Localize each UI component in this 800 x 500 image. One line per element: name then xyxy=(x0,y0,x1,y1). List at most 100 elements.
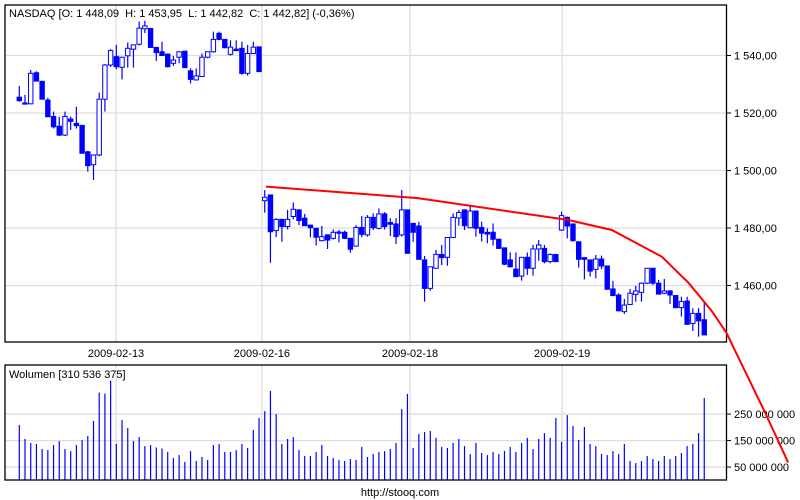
candle-body-up xyxy=(125,47,131,57)
candle-body-down xyxy=(478,226,485,234)
candle xyxy=(204,51,211,59)
candle-body-up xyxy=(119,56,125,68)
candle xyxy=(673,294,679,309)
candle xyxy=(39,80,45,100)
candle-body-down xyxy=(39,80,45,100)
candle-body-down xyxy=(598,258,605,267)
candle-body-up xyxy=(536,244,542,250)
candle xyxy=(33,71,40,82)
candle xyxy=(604,265,610,290)
candle-body-up xyxy=(427,266,433,289)
volume-title: Wolumen [310 536 375] xyxy=(9,369,126,381)
candle-body-up xyxy=(130,44,137,50)
candle-body-up xyxy=(273,218,279,232)
candle-body-down xyxy=(313,227,319,238)
candle-body-up xyxy=(199,56,205,77)
candle-body-down xyxy=(147,27,154,48)
candle xyxy=(553,253,559,263)
candle-body-up xyxy=(467,210,473,229)
candle xyxy=(644,267,650,285)
candle-body-down xyxy=(553,253,559,263)
candle xyxy=(364,215,371,237)
candle-body-up xyxy=(210,38,217,53)
candle xyxy=(96,92,102,157)
candle-body-up xyxy=(62,115,68,136)
candle-body-down xyxy=(684,300,690,325)
candle-body-up xyxy=(530,248,536,269)
candle-body-down xyxy=(587,259,593,272)
candle xyxy=(353,225,359,247)
candle-body-down xyxy=(302,217,308,227)
candle-body-up xyxy=(136,27,142,45)
candle-body-down xyxy=(581,257,588,260)
candle xyxy=(147,27,154,48)
candle-body-up xyxy=(444,236,451,258)
candle-body-up xyxy=(96,98,102,156)
candle-body-down xyxy=(153,46,159,54)
candle-body-down xyxy=(56,125,62,136)
candle xyxy=(341,230,348,239)
candle-body-up xyxy=(90,154,97,166)
candle-body-down xyxy=(307,224,314,229)
candle-body-down xyxy=(187,70,194,80)
candle-body-down xyxy=(341,231,348,239)
candle-body-up xyxy=(244,52,251,74)
candle-body-down xyxy=(490,231,496,240)
price-tick-label: 1 480,00 xyxy=(734,223,777,235)
candle xyxy=(650,267,656,285)
volume-tick-label: 50 000 000 xyxy=(734,462,789,474)
candle-body-down xyxy=(22,102,28,105)
candle-body-down xyxy=(159,51,165,57)
candle-body-down xyxy=(233,48,239,52)
candle-body-down xyxy=(67,118,74,122)
candle-body-down xyxy=(604,265,610,290)
candle-body-up xyxy=(518,256,525,277)
candle-body-down xyxy=(336,231,342,234)
candle-body-down xyxy=(501,247,508,265)
candle-body-down xyxy=(381,213,388,228)
candle xyxy=(28,69,34,105)
footer-link[interactable]: http://stooq.com xyxy=(361,487,439,499)
candle-body-up xyxy=(250,46,257,54)
candle-body-down xyxy=(359,226,365,235)
candle-body-up xyxy=(633,290,639,295)
candle-body-up xyxy=(142,25,148,30)
candle-body-down xyxy=(393,223,399,238)
candle xyxy=(107,49,114,67)
candle-body-down xyxy=(438,253,445,259)
candle-body-up xyxy=(290,208,296,217)
candle-body-up xyxy=(678,301,685,309)
candle-body-up xyxy=(690,312,696,324)
candle xyxy=(216,31,222,41)
candle xyxy=(404,209,411,254)
candle-body-up xyxy=(170,59,177,64)
candle-body-down xyxy=(347,237,354,250)
candle xyxy=(45,97,51,118)
candle-body-up xyxy=(627,292,633,305)
date-tick-label: 2009-02-13 xyxy=(88,348,144,360)
candle-body-up xyxy=(593,258,599,270)
candle-body-down xyxy=(673,295,679,309)
candle-body-down xyxy=(615,294,622,312)
candle xyxy=(684,296,690,325)
candle-body-up xyxy=(193,75,199,81)
candle xyxy=(501,247,508,266)
candle-body-down xyxy=(410,222,416,233)
candle-body-down xyxy=(575,241,582,260)
candle-body-up xyxy=(227,46,234,55)
candle-body-up xyxy=(176,51,182,58)
candle-body-down xyxy=(267,194,274,233)
candle-body-down xyxy=(484,231,491,235)
candle-body-up xyxy=(456,211,462,219)
candle-body-down xyxy=(496,238,502,249)
candle xyxy=(381,212,388,230)
candle-body-down xyxy=(50,115,57,128)
candle-body-up xyxy=(319,236,325,242)
price-tick-label: 1 520,00 xyxy=(734,108,777,120)
candle xyxy=(427,266,433,291)
candle-body-up xyxy=(353,226,359,247)
candle-body-down xyxy=(650,267,656,284)
candle-body-down xyxy=(279,218,285,228)
candle-body-up xyxy=(433,253,439,269)
candle-body-down xyxy=(222,38,228,49)
